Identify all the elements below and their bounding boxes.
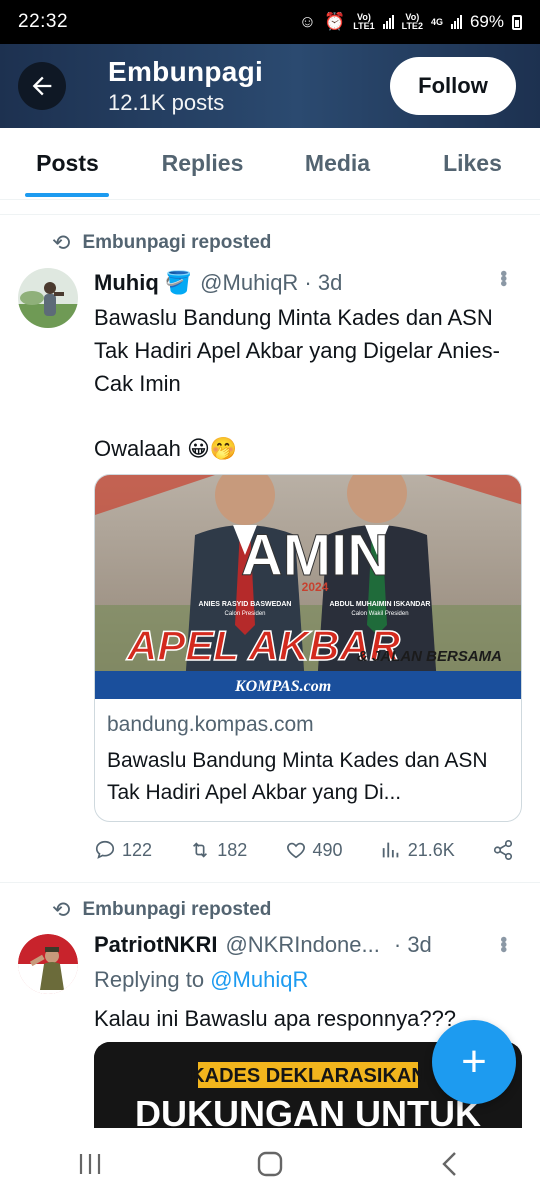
card-image-graphic: AMIN 2024 ANIES RASYID BASWEDAN Calon Pr… xyxy=(95,475,521,699)
card-brand: KOMPAS.com xyxy=(234,678,331,695)
image-line-2: DUKUNGAN UNTUK xyxy=(135,1093,481,1128)
profile-header: Embunpagi 12.1K posts Follow xyxy=(0,44,540,128)
network-label: 4G xyxy=(430,16,443,27)
post-time: · 3d xyxy=(393,932,432,957)
home-button[interactable] xyxy=(225,1134,315,1194)
system-navbar xyxy=(0,1128,540,1200)
repost-label: Embunpagi reposted xyxy=(82,232,272,253)
signal-icon xyxy=(382,15,394,29)
recent-apps-button[interactable] xyxy=(45,1134,135,1194)
status-bar: 22:32 ☺ ⏰ Vo) LTE1 Vo) LTE2 4G 69% xyxy=(0,0,540,44)
back-button[interactable] xyxy=(18,62,66,110)
post-text: Bawaslu Bandung Minta Kades dan ASN Tak … xyxy=(94,305,500,396)
tab-divider xyxy=(0,200,540,215)
plus-icon: + xyxy=(461,1037,487,1086)
follow-button[interactable]: Follow xyxy=(390,57,516,115)
author-handle: @NKRIndone... xyxy=(225,932,380,957)
card-left-role: Calon Presiden xyxy=(224,611,265,617)
repost-button[interactable]: 182 xyxy=(189,839,247,861)
avatar[interactable] xyxy=(18,268,78,328)
post-actions: 122 182 490 21.6K xyxy=(94,839,514,861)
repost-icon: ⟲ xyxy=(52,897,71,922)
avatar-image xyxy=(18,934,78,994)
repost-indicator: ⟲ Embunpagi reposted xyxy=(52,230,271,256)
like-count: 490 xyxy=(312,839,343,860)
tab-likes[interactable]: Likes xyxy=(405,128,540,199)
reply-mention-link[interactable]: @MuhiqR xyxy=(210,967,308,992)
bucket-emoji-icon: 🪣 xyxy=(164,270,193,295)
more-options-icon[interactable]: ••• xyxy=(491,936,514,951)
sim1-label: Vo) LTE1 xyxy=(353,12,375,31)
post-header: PatriotNKRI @NKRIndone... · 3d xyxy=(94,932,516,958)
view-count: 21.6K xyxy=(407,839,455,860)
back-nav-button[interactable] xyxy=(405,1134,495,1194)
post-text-2: Owalaah 😀🤭 xyxy=(94,436,238,461)
author-name[interactable]: PatriotNKRI xyxy=(94,932,217,958)
card-year: 2024 xyxy=(302,580,329,594)
compose-button[interactable]: + xyxy=(432,1020,516,1104)
card-headline: AMIN xyxy=(241,523,389,588)
post-count: 12.1K posts xyxy=(108,90,225,115)
views-button[interactable]: 21.6K xyxy=(380,839,455,861)
profile-tabs: Posts Replies Media Likes xyxy=(0,128,540,200)
status-icons: ☺ ⏰ Vo) LTE1 Vo) LTE2 4G 69% xyxy=(299,12,522,32)
like-button[interactable]: 490 xyxy=(285,839,343,861)
reply-button[interactable]: 122 xyxy=(94,839,152,861)
tab-media[interactable]: Media xyxy=(270,128,405,199)
battery-percent: 69% xyxy=(469,12,504,31)
link-card[interactable]: AMIN 2024 ANIES RASYID BASWEDAN Calon Pr… xyxy=(94,474,522,822)
battery-icon xyxy=(512,14,522,30)
replying-to: Replying to @MuhiqR xyxy=(94,967,308,993)
card-right-role: Calon Wakil Presiden xyxy=(351,611,408,617)
post-separator xyxy=(0,882,540,883)
recent-apps-icon xyxy=(79,1154,101,1174)
alarm-icon: ⏰ xyxy=(324,12,346,31)
image-line-1: KADES DEKLARASIKAN xyxy=(190,1065,426,1087)
clock: 22:32 xyxy=(18,11,69,32)
sim2-label: Vo) LTE2 xyxy=(401,12,423,31)
post-header: Muhiq 🪣 @MuhiqR · 3d xyxy=(94,270,516,296)
notification-icon: ☺ xyxy=(298,12,317,31)
tab-replies[interactable]: Replies xyxy=(135,128,270,199)
repost-label: Embunpagi reposted xyxy=(82,899,272,920)
share-button[interactable] xyxy=(492,839,514,861)
page-title: Embunpagi xyxy=(108,56,264,87)
card-image: AMIN 2024 ANIES RASYID BASWEDAN Calon Pr… xyxy=(95,475,521,699)
repost-count: 182 xyxy=(217,839,248,860)
author-handle: @MuhiqR · 3d xyxy=(200,270,343,295)
views-icon xyxy=(382,842,399,858)
arrow-left-icon xyxy=(32,76,52,96)
avatar[interactable] xyxy=(18,934,78,994)
card-right-name: ABDUL MUHAIMIN ISKANDAR xyxy=(330,601,431,608)
avatar-image xyxy=(18,268,78,328)
tab-posts[interactable]: Posts xyxy=(0,128,135,199)
card-domain: bandung.kompas.com xyxy=(107,713,314,736)
card-title: Bawaslu Bandung Minta Kades dan ASN Tak … xyxy=(107,749,488,804)
repost-indicator: ⟲ Embunpagi reposted xyxy=(52,897,271,923)
repost-icon: ⟲ xyxy=(52,230,71,255)
share-icon xyxy=(493,840,513,860)
card-event-2: & JALAN BERSAMA xyxy=(357,648,502,665)
repost-icon xyxy=(193,842,208,858)
heart-icon xyxy=(286,842,305,859)
reply-icon xyxy=(95,840,115,859)
card-left-name: ANIES RASYID BASWEDAN xyxy=(199,601,292,608)
header-text: Embunpagi 12.1K posts xyxy=(108,55,390,117)
home-icon xyxy=(257,1151,283,1177)
replying-to-label: Replying to xyxy=(94,967,205,992)
chevron-left-icon xyxy=(442,1152,456,1176)
more-options-icon[interactable]: ••• xyxy=(491,270,514,285)
author-name[interactable]: Muhiq xyxy=(94,270,159,296)
signal-icon-2 xyxy=(450,15,462,29)
reply-count: 122 xyxy=(122,839,153,860)
